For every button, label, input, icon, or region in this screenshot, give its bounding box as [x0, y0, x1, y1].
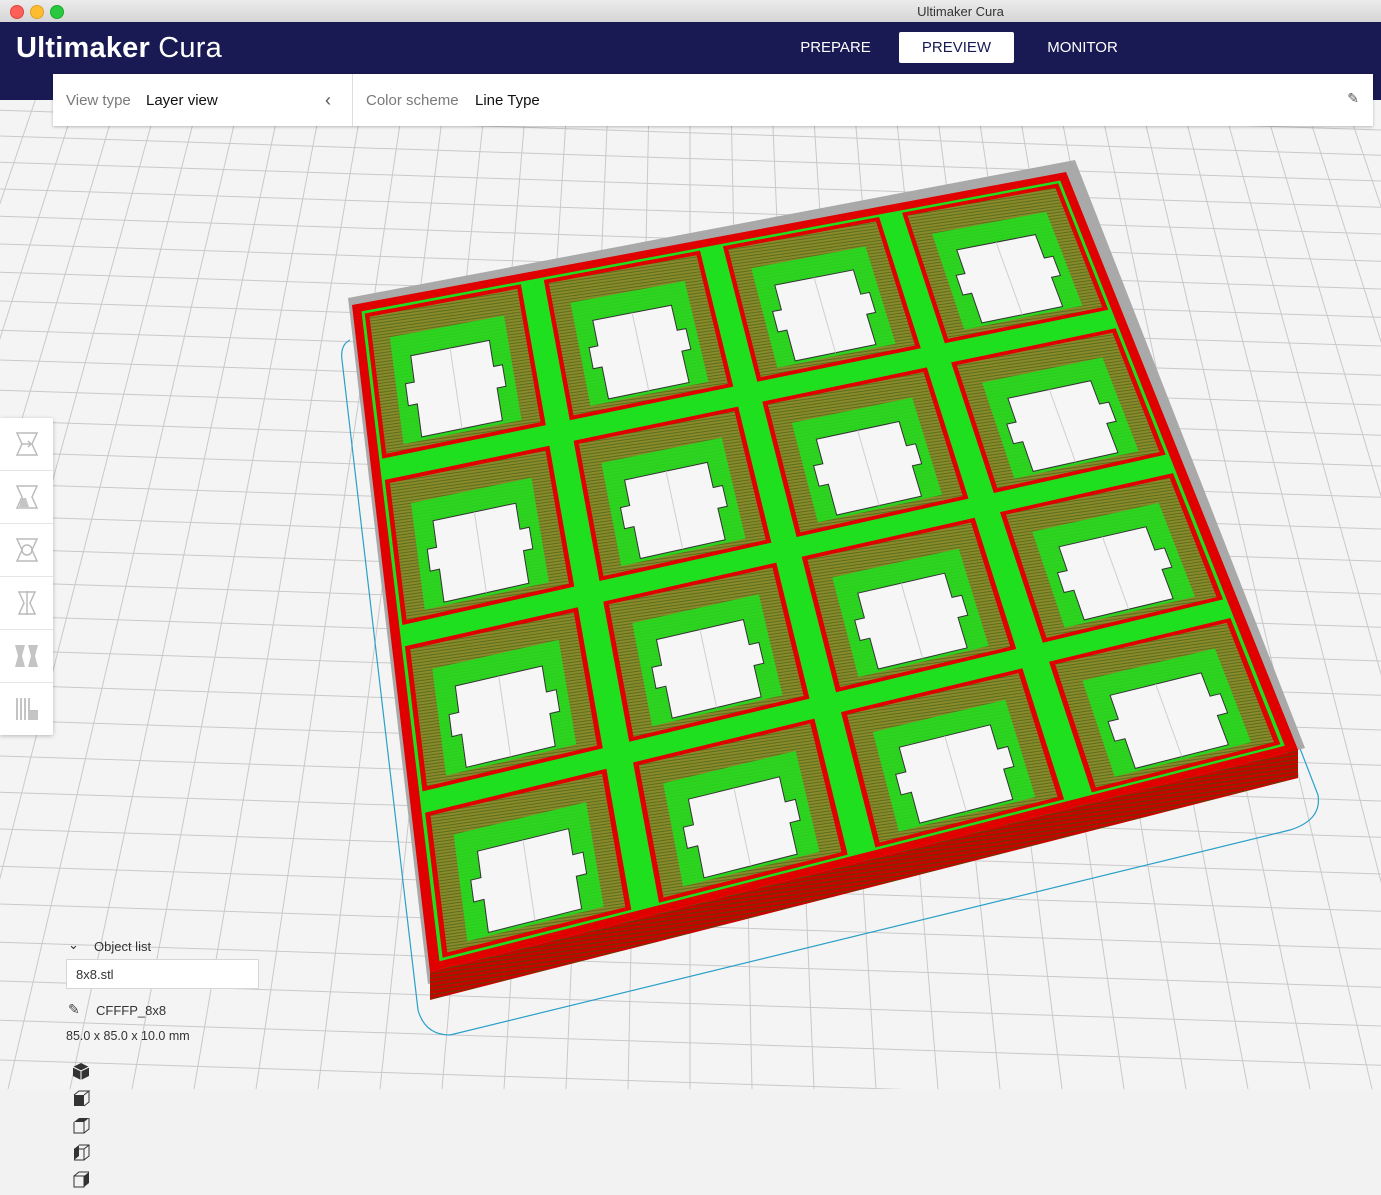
rotate-tool-button[interactable] [0, 524, 53, 577]
pencil-icon[interactable]: ✎ [1347, 90, 1359, 107]
camera-view-buttons [70, 1060, 102, 1195]
support-blocker-icon [16, 698, 38, 720]
tab-preview[interactable]: PREVIEW [899, 32, 1014, 63]
logo-product: Cura [158, 32, 222, 64]
rotate-tool-icon [15, 538, 39, 562]
mirror-tool-button[interactable] [0, 577, 53, 630]
app-logo: Ultimaker Cura [16, 32, 222, 65]
top-view-icon[interactable] [70, 1114, 92, 1136]
view-type-label: View type [66, 92, 131, 109]
view-options-bar: View type Layer view ‹ Color scheme Line… [53, 74, 1373, 126]
per-model-settings-button[interactable] [0, 630, 53, 683]
right-view-icon[interactable] [70, 1168, 92, 1190]
color-scheme-dropdown[interactable]: Line Type [475, 92, 540, 109]
move-tool-icon [15, 432, 39, 456]
mirror-tool-icon [17, 591, 37, 615]
per-model-settings-icon [15, 645, 38, 667]
scale-tool-button[interactable] [0, 471, 53, 524]
window-title: Ultimaker Cura [917, 4, 1004, 19]
divider [352, 74, 353, 126]
logo-brand: Ultimaker [16, 32, 150, 64]
color-scheme-label: Color scheme [366, 92, 459, 109]
object-dimensions: 85.0 x 85.0 x 10.0 mm [66, 1029, 190, 1043]
move-tool-button[interactable] [0, 418, 53, 471]
tab-monitor[interactable]: MONITOR [1025, 32, 1140, 63]
view-type-dropdown[interactable]: Layer view [146, 92, 218, 109]
collapse-chevron-icon[interactable]: ‹ [325, 90, 331, 111]
front-view-icon[interactable] [70, 1087, 92, 1109]
3d-viewport[interactable] [0, 84, 1381, 1106]
build-plate-scene[interactable] [0, 84, 1381, 1106]
pencil-icon[interactable]: ✎ [68, 1001, 80, 1018]
object-list-item[interactable]: 8x8.stl [66, 959, 259, 989]
tab-prepare[interactable]: PREPARE [778, 32, 893, 63]
left-view-icon[interactable] [70, 1141, 92, 1163]
chevron-down-icon[interactable]: ⌄ [68, 937, 79, 953]
3d-view-icon[interactable] [70, 1060, 92, 1082]
support-blocker-button[interactable] [0, 683, 53, 735]
scale-tool-icon [15, 485, 39, 509]
window-titlebar: Ultimaker Cura [0, 0, 1381, 23]
object-name[interactable]: CFFFP_8x8 [96, 1003, 166, 1018]
object-list-title[interactable]: Object list [94, 939, 151, 954]
tool-panel [0, 418, 53, 735]
